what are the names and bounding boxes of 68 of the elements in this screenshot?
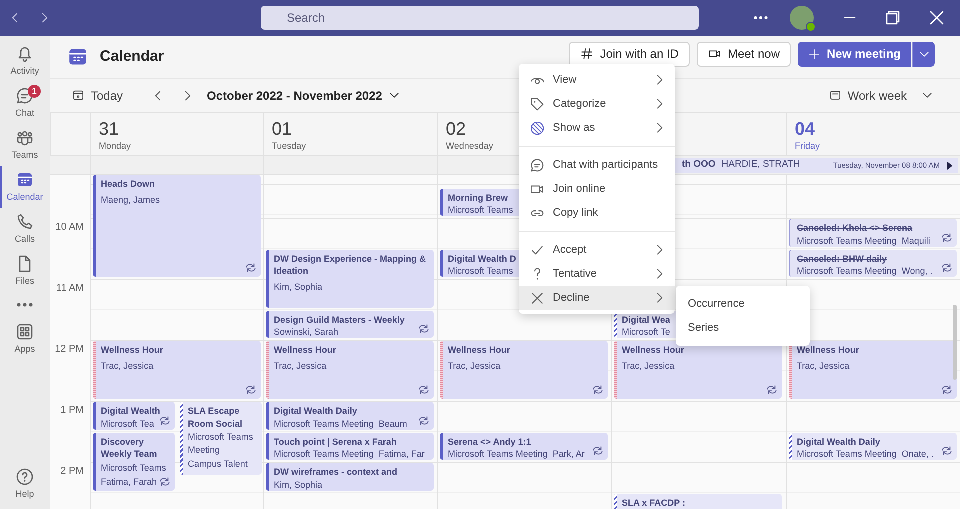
event-title: Canceled: Khela <> Serena: [797, 222, 913, 234]
event-title: Serena <> Andy 1:1: [448, 436, 532, 448]
day-number: 31: [99, 118, 120, 140]
event-location: Microsoft Teams Meeting: [188, 431, 254, 456]
time-label: 1 PM: [60, 404, 84, 418]
event-people: Onate, .: [902, 448, 934, 460]
event-location: Microsoft Tea: [101, 418, 154, 430]
event-title: Digital Wea: [622, 314, 670, 326]
page-title: Calendar: [100, 46, 164, 67]
weekday-label: Wednesday: [446, 140, 494, 153]
event-people: Sowinski, Sarah: [274, 326, 339, 338]
event-location: Microsoft Te: [622, 326, 670, 338]
event-people: Wong, .: [902, 265, 933, 277]
day-number: 02: [446, 118, 466, 140]
event-title: SLA Escape Room Social: [188, 405, 244, 430]
event-location: Microsoft Teams: [448, 265, 514, 277]
time-label: 2 PM: [60, 465, 84, 479]
event-location: Microsoft Teams Meeting: [797, 265, 897, 277]
event-title: Heads Down: [101, 178, 156, 190]
event-people: Trac, Jessica: [448, 360, 501, 372]
day-number: 01: [272, 118, 292, 140]
event-location: Microsoft Teams Meeting: [274, 448, 374, 460]
weekday-label: Monday: [99, 140, 132, 153]
event-title: Morning Brew: [448, 192, 508, 204]
event-title: DW Design Experience - Mapping & Ideation: [274, 252, 428, 278]
event-title: Wellness Hour: [797, 344, 860, 356]
event-title: Digital Wealth Daily: [797, 436, 880, 448]
event-title: DW wireframes - context and: [274, 466, 398, 478]
event-people: Trac, Jessica: [101, 360, 154, 372]
event-people: Beaum: [378, 418, 408, 430]
weekday-label: Friday: [795, 140, 820, 153]
event-title: Wellness Hour: [622, 344, 684, 356]
event-people: Maeng, James: [101, 194, 160, 206]
event-title: Digital Wealth: [101, 405, 160, 418]
day-number: 04: [795, 118, 816, 140]
event-people: Fatima, Far: [378, 448, 425, 460]
event-people: Fatima, Farah: [101, 476, 158, 488]
event-location: Microsoft Teams Meeting: [797, 234, 897, 246]
event-people: Trac, Jessica: [274, 360, 327, 372]
unread-badge: 1: [28, 85, 41, 98]
event-location: Microsoft Teams Meeting: [274, 418, 374, 430]
event-title: Canceled: BHW daily: [797, 252, 888, 265]
event-title: Digital Wealth D: [448, 252, 516, 265]
event-location: Microsoft Teams Meeting: [448, 448, 548, 460]
event-people: Trac, Jessica: [797, 360, 850, 372]
event-title: Design Guild Masters - Weekly: [274, 314, 405, 326]
event-title: Touch point | Serena x Farah: [274, 436, 397, 448]
event-title: Discovery Weekly Team: [101, 436, 158, 460]
event-people: Campus Talent: [188, 458, 248, 470]
time-label: 10 AM: [56, 221, 84, 235]
weekday-label: Tuesday: [272, 140, 306, 153]
event-location: Microsoft Teams: [101, 462, 166, 474]
event-title: th OOO: [682, 158, 716, 172]
event-people: Maquili: [902, 234, 930, 246]
event-title: Wellness Hour: [101, 344, 164, 356]
event-people: HARDIE, STRATH: [722, 158, 800, 172]
event-people: Trac, Jessica: [622, 360, 675, 372]
event-people: Park, Ar: [552, 448, 585, 460]
event-people: Kim, Sophia: [274, 280, 323, 293]
event-title: Wellness Hour: [274, 344, 336, 356]
event-title: Digital Wealth Daily: [274, 405, 358, 418]
event-location: Microsoft Teams: [448, 204, 514, 216]
event-title: SLA x FACDP :: [622, 496, 686, 509]
time-label: 11 AM: [56, 282, 84, 296]
time-label: 12 PM: [55, 343, 84, 357]
event-location: Microsoft Teams Meeting: [797, 448, 897, 460]
event-title: Wellness Hour: [448, 344, 510, 356]
event-people: Kim, Sophia: [274, 478, 323, 490]
